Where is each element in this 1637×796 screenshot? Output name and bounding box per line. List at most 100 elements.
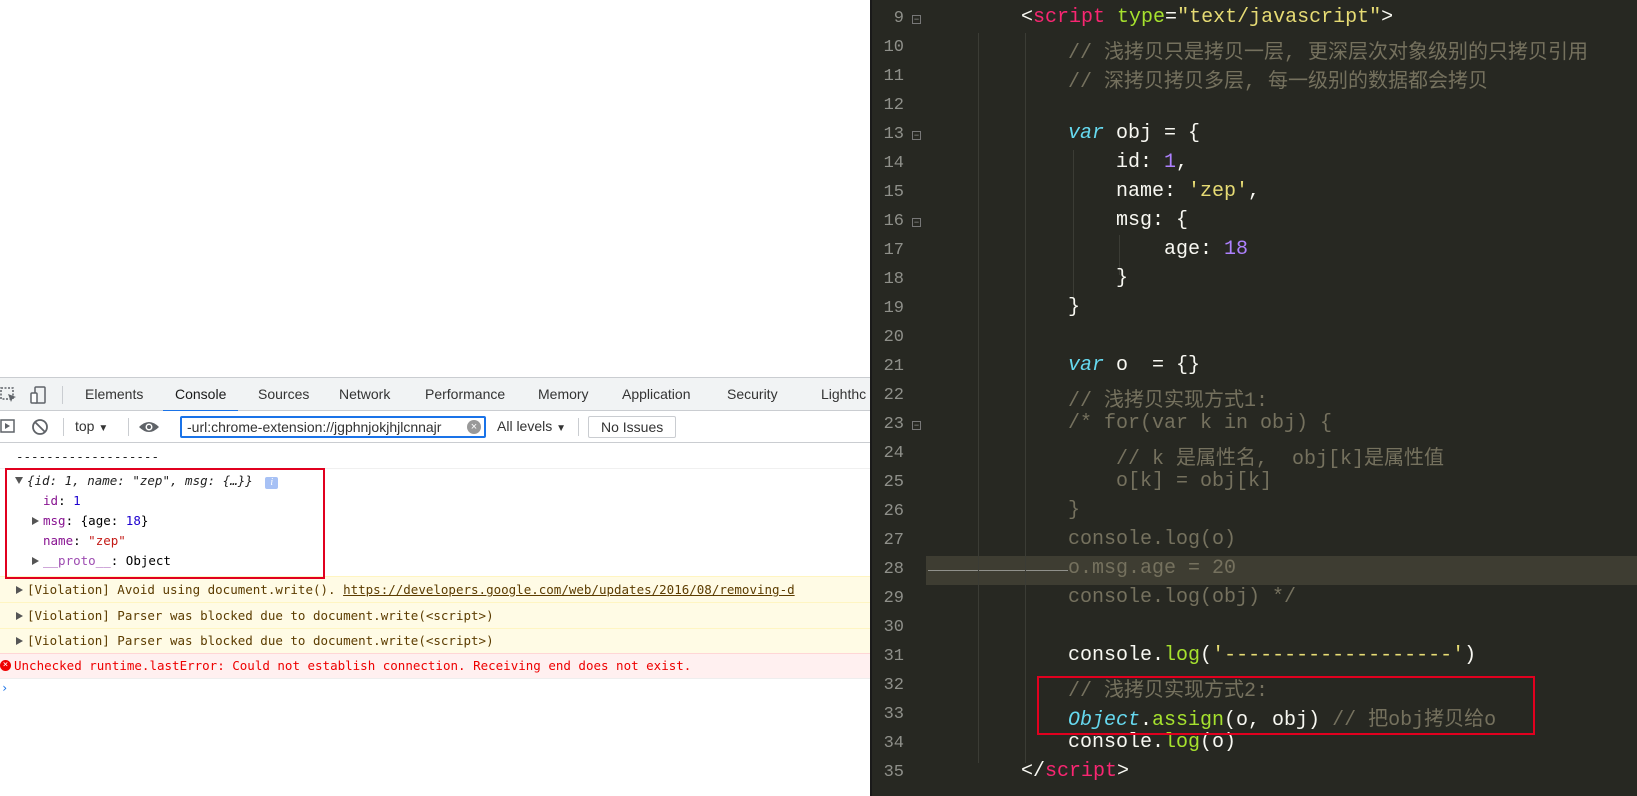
code-comment[interactable]: } (1068, 499, 1080, 522)
line-number: 10 (883, 38, 904, 57)
code-line[interactable]: var obj = { (1068, 122, 1200, 145)
line-number: 32 (883, 676, 904, 695)
runtime-error: × Unchecked runtime.lastError: Could not… (0, 653, 870, 678)
expand-arrow-icon[interactable] (16, 637, 23, 645)
line-number: 35 (883, 763, 904, 782)
tab-memory[interactable]: Memory (538, 378, 589, 411)
code-line[interactable]: console.log('-------------------') (1068, 644, 1476, 667)
code-comment[interactable]: console.log(obj) */ (1068, 586, 1296, 609)
code-line[interactable]: name: 'zep', (1116, 180, 1260, 203)
violation-warning[interactable]: [Violation] Parser was blocked due to do… (0, 628, 870, 653)
divider (0, 678, 870, 679)
divider (578, 418, 579, 436)
clear-filter-icon[interactable]: × (467, 420, 481, 434)
code-comment[interactable]: // 浅拷贝实现方式1: (1068, 383, 1268, 413)
error-icon: × (0, 660, 11, 671)
tab-security[interactable]: Security (727, 378, 778, 411)
line-number: 26 (883, 502, 904, 521)
line-number: 14 (883, 154, 904, 173)
filter-value: -url:chrome-extension://jgphnjokjhjlcnna… (187, 419, 442, 435)
code-comment[interactable]: /* for(var k in obj) { (1068, 412, 1332, 435)
line-number: 19 (883, 299, 904, 318)
context-label: top (75, 418, 95, 434)
fold-toggle-icon[interactable]: − (912, 218, 921, 227)
code-line[interactable]: age: 18 (1164, 238, 1248, 261)
code-comment[interactable]: // 浅拷贝只是拷贝一层, 更深层次对象级别的只拷贝引用 (1068, 35, 1588, 65)
line-number: 21 (883, 357, 904, 376)
filter-input[interactable]: -url:chrome-extension://jgphnjokjhjlcnna… (180, 416, 486, 438)
tab-performance[interactable]: Performance (425, 378, 505, 411)
code-comment[interactable]: console.log(o) (1068, 528, 1236, 551)
expand-arrow-icon[interactable] (16, 612, 23, 620)
code-line[interactable]: } (1116, 267, 1128, 290)
line-number: 12 (883, 96, 904, 115)
sidebar-toggle-icon[interactable] (0, 418, 16, 439)
violation-warning[interactable]: [Violation] Avoid using document.write()… (0, 576, 870, 602)
line-number: 28 (883, 560, 904, 579)
console-toolbar: top ▼ -url:chrome-extension://jgphnjokjh… (0, 411, 870, 443)
line-number: 13 (883, 125, 904, 144)
tab-network[interactable]: Network (339, 378, 390, 411)
fold-toggle-icon[interactable]: − (912, 421, 921, 430)
code-line[interactable]: </script> (1021, 760, 1129, 783)
line-number: 31 (883, 647, 904, 666)
levels-label: All levels (497, 418, 553, 434)
divider (128, 418, 129, 436)
chevron-down-icon: ▼ (556, 423, 567, 434)
line-number: 34 (883, 734, 904, 753)
code-comment[interactable]: o[k] = obj[k] (1116, 470, 1272, 493)
devtools-tabbar: Elements Console Sources Network Perform… (0, 377, 870, 412)
fold-toggle-icon[interactable]: − (912, 15, 921, 24)
line-number: 23 (883, 415, 904, 434)
inspect-element-icon[interactable] (0, 386, 18, 409)
chevron-down-icon: ▼ (98, 423, 109, 434)
violation-link[interactable]: https://developers.google.com/web/update… (343, 582, 795, 597)
tab-lighthouse[interactable]: Lighthc (821, 378, 866, 411)
tab-sources[interactable]: Sources (258, 378, 309, 411)
browser-pane: Elements Console Sources Network Perform… (0, 0, 870, 796)
device-toolbar-icon[interactable] (30, 386, 48, 409)
code-line[interactable]: id: 1, (1116, 151, 1188, 174)
tab-application[interactable]: Application (622, 378, 691, 411)
divider (62, 386, 63, 404)
line-number: 20 (883, 328, 904, 347)
code-line[interactable]: var o = {} (1068, 354, 1200, 377)
line-number: 24 (883, 444, 904, 463)
log-levels-dropdown[interactable]: All levels ▼ (497, 411, 566, 442)
indent-guide (1025, 33, 1026, 763)
fold-toggle-icon[interactable]: − (912, 131, 921, 140)
code-editor: 9 10 11 12 13 14 15 16 17 18 19 20 21 22… (870, 0, 1637, 796)
tab-elements[interactable]: Elements (85, 378, 143, 411)
devtools-panel: Elements Console Sources Network Perform… (0, 377, 870, 796)
eye-icon[interactable] (138, 419, 160, 440)
line-number: 29 (883, 589, 904, 608)
clear-console-icon[interactable] (31, 418, 49, 441)
prompt-chevron-icon[interactable]: › (1, 681, 870, 695)
console-log-separator: ------------------- (16, 449, 159, 464)
expand-arrow-icon[interactable] (16, 586, 23, 594)
code-comment[interactable]: o.msg.age = 20 (1068, 557, 1236, 580)
line-number: 30 (883, 618, 904, 637)
line-number: 15 (883, 183, 904, 202)
issues-button[interactable]: No Issues (588, 416, 677, 438)
code-comment[interactable]: // k 是属性名, obj[k]是属性值 (1116, 441, 1444, 471)
highlight-box (1037, 676, 1535, 735)
highlight-box (5, 468, 325, 579)
line-number: 11 (883, 67, 904, 86)
tab-console[interactable]: Console (162, 378, 239, 412)
line-number: 27 (883, 531, 904, 550)
line-number: 16 (883, 212, 904, 231)
line-number: 18 (883, 270, 904, 289)
code-comment[interactable]: // 深拷贝拷贝多层, 每一级别的数据都会拷贝 (1068, 64, 1488, 94)
line-number: 25 (883, 473, 904, 492)
violation-warning[interactable]: [Violation] Parser was blocked due to do… (0, 602, 870, 628)
context-selector[interactable]: top ▼ (75, 411, 108, 442)
code-line[interactable]: <script type="text/javascript"> (1021, 6, 1393, 29)
code-line[interactable]: } (1068, 296, 1080, 319)
indent-guide (978, 33, 979, 763)
line-number-gutter: 9 10 11 12 13 14 15 16 17 18 19 20 21 22… (872, 0, 924, 796)
line-number: 33 (883, 705, 904, 724)
strikethrough-mark (928, 570, 1068, 571)
line-number: 22 (883, 386, 904, 405)
code-line[interactable]: msg: { (1116, 209, 1188, 232)
